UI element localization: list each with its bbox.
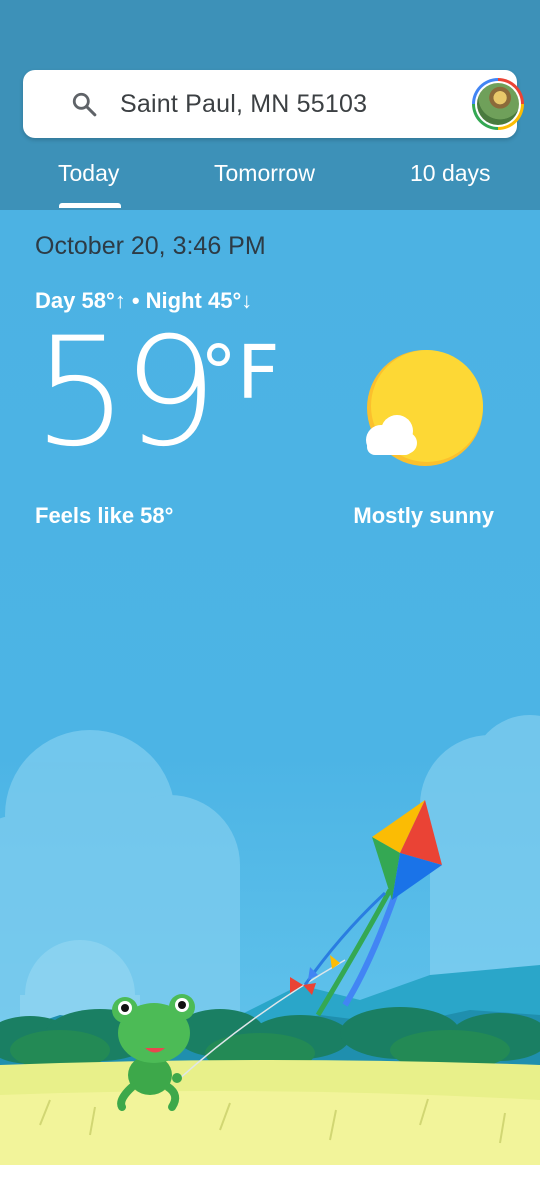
tab-tomorrow[interactable]: Tomorrow [214,160,315,187]
weather-condition: Mostly sunny [353,503,494,528]
mostly-sunny-icon [366,350,483,466]
feels-like: Feels like 58° [35,503,174,528]
current-temperature: 59 [33,306,218,480]
search-icon[interactable] [71,91,97,117]
tab-10-days[interactable]: 10 days [410,160,491,187]
active-tab-indicator [59,203,121,208]
frog-kite-illustration [0,715,540,1165]
tab-today[interactable]: Today [58,160,119,187]
search-bar[interactable]: Saint Paul, MN 55103 [23,70,524,138]
header: Saint Paul, MN 55103 Today Tomorrow 10 d… [0,0,540,210]
avatar-photo [477,83,519,125]
search-location-text[interactable]: Saint Paul, MN 55103 [120,90,367,119]
date-time: October 20, 3:46 PM [35,232,266,260]
bottom-strip [0,1165,540,1200]
temperature-unit[interactable]: °F [200,336,280,410]
account-avatar[interactable] [472,78,524,130]
